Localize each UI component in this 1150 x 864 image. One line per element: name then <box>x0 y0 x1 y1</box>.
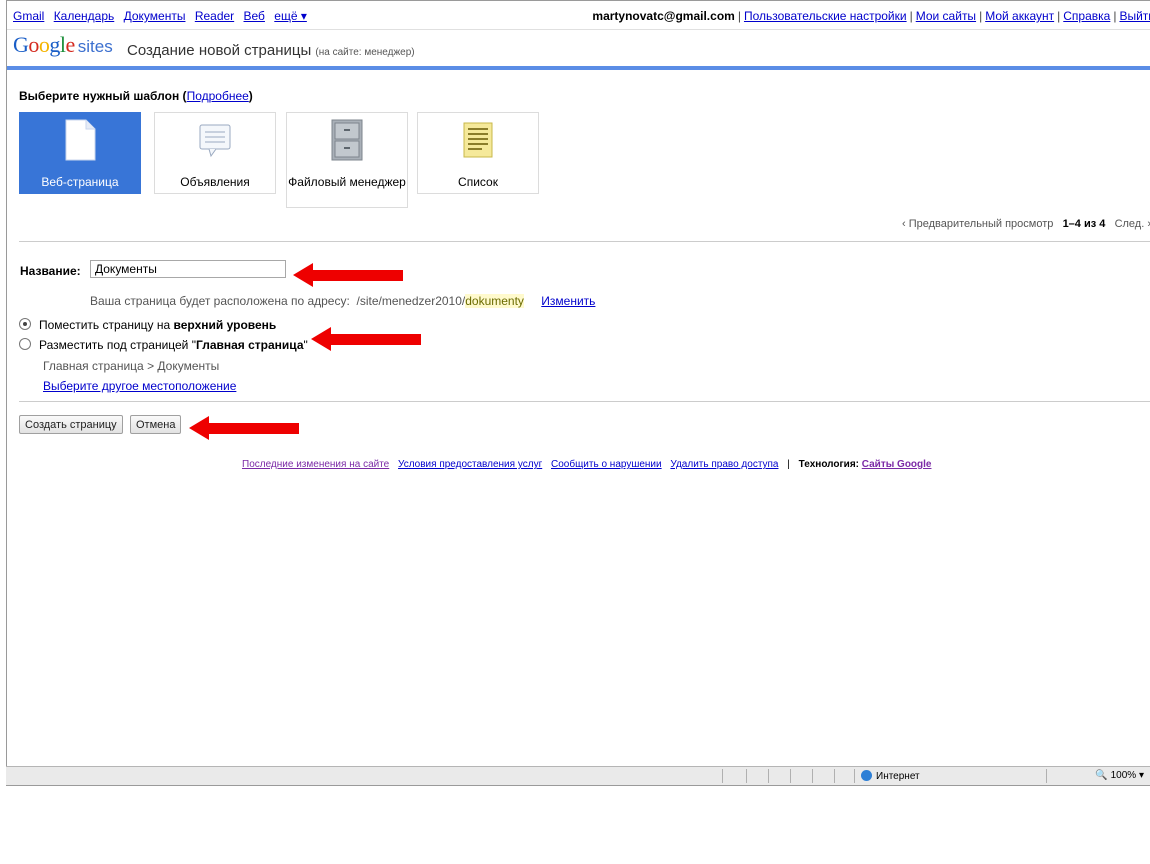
template-label: Файловый менеджер <box>288 175 406 189</box>
template-label: Объявления <box>180 175 250 189</box>
template-heading: Выберите нужный шаблон (Подробнее) <box>19 89 253 103</box>
page-url-line: Ваша страница будет расположена по адрес… <box>90 294 595 308</box>
zoom-icon: 🔍 <box>1095 770 1108 781</box>
page-title: Создание новой страницы (на сайте: менед… <box>127 42 415 59</box>
annotation-arrow-name <box>293 263 403 287</box>
zoom-control[interactable]: 🔍 100% ▾ <box>1095 770 1144 781</box>
divider <box>19 241 1150 242</box>
globe-icon <box>861 770 872 781</box>
header-rule <box>7 66 1150 70</box>
radio-top-level[interactable] <box>19 318 31 330</box>
google-sites-logo[interactable]: Google sites <box>13 32 113 58</box>
template-list[interactable]: Список <box>417 112 539 194</box>
gbar-link-more[interactable]: ещё ▾ <box>274 9 307 23</box>
template-file-cabinet[interactable]: Файловый менеджер <box>286 112 408 208</box>
cancel-button[interactable]: Отмена <box>130 415 182 434</box>
footer-separator: | <box>787 459 790 470</box>
location-breadcrumb: Главная страница > Документы <box>43 359 220 373</box>
footer-google-sites-link[interactable]: Сайты Google <box>862 459 932 470</box>
template-heading-text: Выберите нужный шаблон <box>19 89 180 103</box>
my-account-link[interactable]: Мой аккаунт <box>985 9 1054 23</box>
help-link[interactable]: Справка <box>1063 9 1110 23</box>
url-slug: dokumenty <box>465 294 524 308</box>
sign-out-link[interactable]: Выйти <box>1119 9 1150 23</box>
preview-range: 1–4 из 4 <box>1062 218 1106 230</box>
browser-content: Gmail Календарь Документы Reader Веб ещё… <box>6 0 1150 785</box>
logo-sites-text: sites <box>77 37 113 56</box>
footer-terms[interactable]: Условия предоставления услуг <box>398 459 542 470</box>
file-cabinet-icon <box>331 119 363 161</box>
preview-prev[interactable]: ‹ Предварительный просмотр <box>902 218 1053 230</box>
template-label: Список <box>458 175 498 189</box>
browser-status-bar: Интернет 🔍 100% ▾ <box>6 766 1150 786</box>
gbar-link-web[interactable]: Веб <box>244 9 265 23</box>
page-title-site: (на сайте: менеджер) <box>315 47 415 58</box>
gbar-link-docs[interactable]: Документы <box>124 9 186 23</box>
gbar-link-reader[interactable]: Reader <box>195 9 234 23</box>
option-top-bold: верхний уровень <box>173 318 277 332</box>
change-url-link[interactable]: Изменить <box>541 294 595 308</box>
list-icon <box>463 122 493 158</box>
footer-tech: Технология: Сайты Google <box>799 459 932 470</box>
option-under-prefix: Разместить под страницей " <box>39 338 196 352</box>
template-more-link[interactable]: Подробнее <box>187 89 249 103</box>
url-prefix: Ваша страница будет расположена по адрес… <box>90 294 350 308</box>
option-under-bold: Главная страница <box>195 338 304 352</box>
template-announcements[interactable]: Объявления <box>154 112 276 194</box>
preview-pager: ‹ Предварительный просмотр 1–4 из 4 След… <box>902 218 1150 230</box>
footer-report-abuse[interactable]: Сообщить о нарушении <box>551 459 662 470</box>
divider <box>19 401 1150 402</box>
template-web-page[interactable]: Веб-страница <box>19 112 141 194</box>
option-under-suffix: " <box>303 338 308 352</box>
page-title-text: Создание новой страницы <box>127 42 312 59</box>
choose-location-link[interactable]: Выберите другое местоположение <box>43 379 236 393</box>
option-top-level[interactable]: Поместить страницу на верхний уровень <box>19 318 276 332</box>
name-label: Название: <box>20 264 81 278</box>
zone-label: Интернет <box>876 771 920 782</box>
account-bar: martynovatc@gmail.com | Пользовательские н… <box>592 9 1150 23</box>
preview-next[interactable]: След. › <box>1115 218 1150 230</box>
annotation-arrow-location <box>311 327 421 351</box>
announcements-icon <box>199 124 231 158</box>
user-email: martynovatc@gmail.com <box>592 9 735 23</box>
create-page-button[interactable]: Создать страницу <box>19 415 123 434</box>
option-under-page[interactable]: Разместить под страницей "Главная страни… <box>19 338 308 352</box>
user-settings-link[interactable]: Пользовательские настройки <box>744 9 907 23</box>
gbar-link-gmail[interactable]: Gmail <box>13 9 44 23</box>
footer-remove-access[interactable]: Удалить право доступа <box>670 459 778 470</box>
google-bar-links: Gmail Календарь Документы Reader Веб ещё… <box>13 9 313 23</box>
annotation-arrow-create <box>189 416 299 440</box>
google-bar: Gmail Календарь Документы Reader Веб ещё… <box>7 1 1150 29</box>
footer: Последние изменения на сайте Условия пре… <box>242 459 931 470</box>
page-header: Google sites Создание новой страницы (на … <box>7 29 1150 66</box>
url-path: /site/menedzer2010/ <box>356 294 466 308</box>
option-top-prefix: Поместить страницу на <box>39 318 174 332</box>
gbar-link-calendar[interactable]: Календарь <box>54 9 115 23</box>
footer-recent-changes[interactable]: Последние изменения на сайте <box>242 459 389 470</box>
zoom-level: 100% <box>1110 770 1137 781</box>
template-label: Веб-страница <box>41 175 119 189</box>
security-zone[interactable]: Интернет <box>861 770 920 782</box>
web-page-icon <box>65 119 96 161</box>
footer-tech-label: Технология: <box>798 459 859 470</box>
my-sites-link[interactable]: Мои сайты <box>916 9 976 23</box>
page-name-input[interactable] <box>90 260 286 278</box>
radio-under-page[interactable] <box>19 338 31 350</box>
